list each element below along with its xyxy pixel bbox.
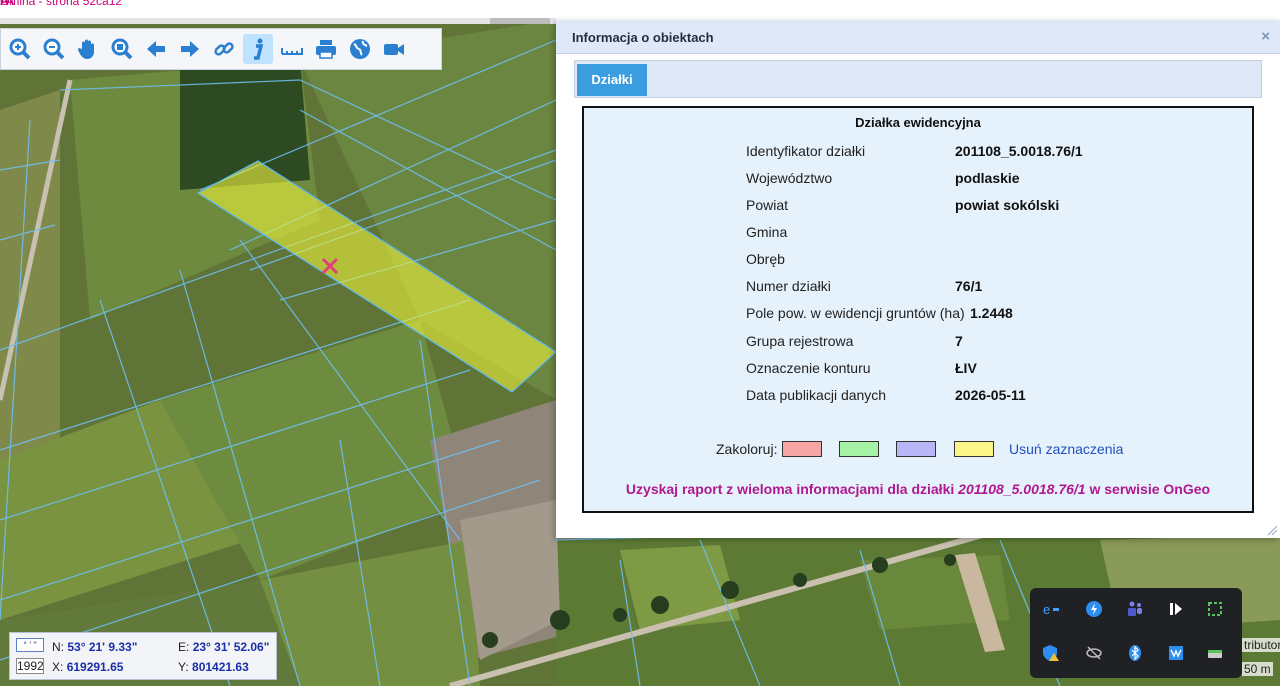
attr-value: powiat sokólski [955,197,1060,213]
coordinate-format-button[interactable]: ° ' " [16,638,44,652]
attr-label: Pole pow. w ewidencji gruntów (ha) [746,305,965,321]
bluetooth-icon[interactable] [1126,644,1144,662]
color-swatch-green[interactable] [839,441,879,457]
snip-icon[interactable] [1206,600,1224,618]
pan-hand-icon[interactable] [73,34,103,64]
coordinates-panel: ° ' " 1992 N: 53° 21' 9.33" E: 23° 31' 5… [9,632,277,680]
parcel-details: Działka ewidencyjna Identyfikator działk… [582,106,1254,513]
video-camera-icon[interactable] [379,34,409,64]
attr-value: podlaskie [955,170,1020,186]
widget-icon[interactable] [1167,644,1185,662]
page-header: Gmina - strona 52ca12 AA [0,0,1280,20]
attr-label: Data publikacji danych [746,387,887,403]
attr-label: Identyfikator działki [746,143,866,159]
ongeo-parcel-id: 201108_5.0018.76/1 [958,481,1086,497]
attr-label: Numer działki [746,278,831,294]
attr-label: Oznaczenie konturu [746,360,871,376]
colorize-row: Zakoloruj: Usuń zaznaczenia [584,441,1252,461]
panel-tabs: Działki [574,60,1262,98]
latitude-readout: N: 53° 21' 9.33" [52,640,138,654]
globe-icon[interactable] [345,34,375,64]
back-arrow-icon[interactable] [141,34,171,64]
system-tray-popup: e [1030,588,1242,678]
details-title: Działka ewidencyjna [855,115,981,130]
attr-label: Gmina [746,224,788,240]
link-icon[interactable] [209,34,239,64]
longitude-readout: E: 23° 31' 52.06" [178,640,270,654]
x-readout: X: 619291.65 [52,660,124,674]
ongeo-report-link[interactable]: Uzyskaj raport z wieloma informacjami dl… [584,481,1252,497]
attr-label: Powiat [746,197,789,213]
clear-selection-link[interactable]: Usuń zaznaczenia [1009,441,1123,457]
identify-marker-icon [321,257,339,275]
zoom-in-icon[interactable] [5,34,35,64]
close-icon[interactable]: × [1261,28,1270,45]
attr-value: 7 [955,333,963,349]
color-swatch-blue[interactable] [896,441,936,457]
attr-label: Województwo [746,170,833,186]
attr-label: Grupa rejestrowa [746,333,854,349]
print-icon[interactable] [311,34,341,64]
panel-title: Informacja o obiektach [572,30,714,45]
horizontal-scrollbar[interactable] [0,18,556,24]
media-icon[interactable] [1167,600,1185,618]
speed-icon[interactable] [1085,600,1103,618]
panel-header[interactable]: Informacja o obiektach × [556,20,1280,54]
color-swatch-red[interactable] [782,441,822,457]
zoom-out-icon[interactable] [39,34,69,64]
info-icon[interactable] [243,34,273,64]
object-info-panel: Informacja o obiektach × Działki Działka… [556,20,1280,538]
font-size-icon[interactable]: AA [0,0,1266,8]
teams-icon[interactable] [1126,600,1144,618]
attr-value: 2026-05-11 [955,387,1026,403]
ongeo-suffix: w serwisie OnGeo [1089,481,1211,497]
scale-bar-label: 50 m [1242,662,1273,676]
drive-icon[interactable] [1206,644,1224,662]
tab-dzialki[interactable]: Działki [577,64,647,96]
colorize-label: Zakoloruj: [716,441,778,457]
security-warning-icon[interactable] [1042,644,1060,662]
y-readout: Y: 801421.63 [178,660,249,674]
attr-value: ŁIV [955,360,977,376]
measure-ruler-icon[interactable] [277,34,307,64]
scrollbar-thumb[interactable] [490,18,550,24]
attr-value: 201108_5.0018.76/1 [955,143,1083,159]
resize-handle-icon[interactable] [1266,524,1278,536]
ongeo-prefix: Uzyskaj raport z wieloma informacjami dl… [625,481,955,497]
color-swatch-yellow[interactable] [954,441,994,457]
attr-label: Obręb [746,251,785,267]
svg-text:e: e [1043,602,1050,617]
forward-arrow-icon[interactable] [175,34,205,64]
coordinate-system-button[interactable]: 1992 [16,658,44,674]
zoom-extent-icon[interactable] [107,34,137,64]
attr-value: 1.2448 [970,305,1013,321]
map-toolbar [0,28,442,70]
attr-value: 76/1 [955,278,983,294]
attribution-text: tributor [1242,638,1280,652]
edge-icon[interactable]: e [1042,600,1060,618]
hidden-eye-icon[interactable] [1085,644,1103,662]
